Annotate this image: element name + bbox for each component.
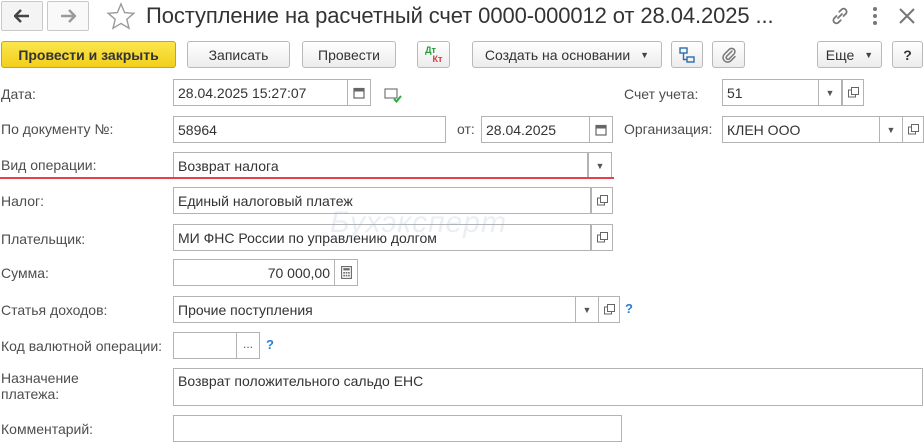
payer-label: Плательщик: xyxy=(1,231,86,247)
ellipsis-label: ... xyxy=(242,336,253,351)
paperclip-icon xyxy=(721,47,736,63)
currency-op-code-label: Код валютной операции: xyxy=(1,338,163,354)
arrow-left-icon xyxy=(14,9,29,23)
organization-input[interactable]: КЛЕН ООО xyxy=(722,116,880,143)
open-window-icon xyxy=(596,195,608,206)
currency-op-code-select-button[interactable]: ... xyxy=(236,332,260,359)
create-based-on-button[interactable]: Создать на основании ▼ xyxy=(472,41,662,68)
doc-date-input[interactable]: 28.04.2025 xyxy=(481,116,590,143)
amount-input[interactable]: 70 000,00 xyxy=(173,259,335,286)
more-label: Еще xyxy=(825,46,855,63)
open-window-icon xyxy=(596,232,608,243)
open-window-icon xyxy=(603,304,615,315)
close-icon[interactable] xyxy=(896,5,918,30)
tax-input[interactable]: Единый налоговый платеж xyxy=(173,187,591,214)
calculator-icon xyxy=(340,266,352,279)
organization-label: Организация: xyxy=(624,121,713,137)
doc-date-label: от: xyxy=(457,121,475,137)
income-item-dropdown-button[interactable]: ▼ xyxy=(575,296,599,323)
open-window-icon xyxy=(847,87,859,98)
hierarchy-icon xyxy=(679,46,695,63)
dt-kt-button[interactable]: Дт Кт xyxy=(417,41,450,68)
help-label: ? xyxy=(903,46,912,63)
page-title: Поступление на расчетный счет 0000-00001… xyxy=(146,3,774,28)
calculator-button[interactable] xyxy=(334,259,358,286)
arrow-right-icon xyxy=(61,9,76,23)
doc-number-input[interactable]: 58964 xyxy=(173,116,446,143)
structure-button[interactable] xyxy=(671,41,703,68)
income-item-label: Статья доходов: xyxy=(1,302,108,318)
income-item-input[interactable]: Прочие поступления xyxy=(173,296,576,323)
amount-label: Сумма: xyxy=(1,265,49,281)
chevron-down-icon: ▼ xyxy=(640,49,650,60)
more-button[interactable]: Еще ▼ xyxy=(817,41,882,68)
back-button[interactable] xyxy=(1,1,43,31)
payer-open-button[interactable] xyxy=(591,224,613,251)
calendar-button[interactable] xyxy=(347,79,371,106)
purpose-label-line2: платежа: xyxy=(1,386,60,402)
open-window-icon xyxy=(907,124,919,135)
account-label: Счет учета: xyxy=(624,86,699,102)
account-open-button[interactable] xyxy=(842,79,864,106)
purpose-textarea[interactable]: Возврат положительного сальдо ЕНС xyxy=(173,368,923,406)
payer-input[interactable]: МИ ФНС России по управлению долгом xyxy=(173,224,591,251)
comment-input[interactable] xyxy=(173,415,622,442)
save-button[interactable]: Записать xyxy=(187,41,290,68)
doc-calendar-button[interactable] xyxy=(589,116,613,143)
income-item-help-link[interactable]: ? xyxy=(625,301,633,316)
tax-label: Налог: xyxy=(1,193,45,209)
purpose-label-line1: Назначение xyxy=(1,370,79,386)
more-vertical-icon[interactable] xyxy=(864,5,886,30)
tax-open-button[interactable] xyxy=(591,187,613,214)
link-icon[interactable] xyxy=(829,5,851,30)
post-and-close-button[interactable]: Провести и закрыть xyxy=(1,41,176,68)
create-based-on-label: Создать на основании xyxy=(484,46,631,63)
forward-button[interactable] xyxy=(47,1,89,31)
doc-number-label: По документу №: xyxy=(1,121,114,137)
date-label: Дата: xyxy=(1,86,36,102)
organization-open-button[interactable] xyxy=(902,116,924,143)
save-label: Записать xyxy=(208,46,269,63)
edit-date-icon[interactable] xyxy=(384,87,402,103)
kt-label: Кт xyxy=(432,53,443,64)
help-button[interactable]: ? xyxy=(892,41,923,68)
income-item-open-button[interactable] xyxy=(598,296,620,323)
calendar-icon xyxy=(595,124,607,136)
calendar-icon xyxy=(353,87,365,99)
highlight-underline xyxy=(0,177,614,179)
operation-type-label: Вид операции: xyxy=(1,157,97,173)
operation-type-select[interactable]: Возврат налога xyxy=(173,152,588,179)
organization-dropdown-button[interactable]: ▼ xyxy=(879,116,903,143)
operation-type-dropdown-button[interactable]: ▼ xyxy=(588,152,612,179)
date-input[interactable]: 28.04.2025 15:27:07 xyxy=(173,79,348,106)
post-button[interactable]: Провести xyxy=(302,41,396,68)
account-dropdown-button[interactable]: ▼ xyxy=(818,79,842,106)
comment-label: Комментарий: xyxy=(1,421,94,437)
currency-op-code-help-link[interactable]: ? xyxy=(266,337,274,352)
post-and-close-label: Провести и закрыть xyxy=(18,46,159,63)
favorite-star-icon[interactable] xyxy=(106,2,136,30)
attach-button[interactable] xyxy=(712,41,745,68)
currency-op-code-input[interactable] xyxy=(173,332,237,359)
chevron-down-icon: ▼ xyxy=(864,49,874,60)
account-input[interactable]: 51 xyxy=(722,79,819,106)
post-label: Провести xyxy=(318,46,380,63)
